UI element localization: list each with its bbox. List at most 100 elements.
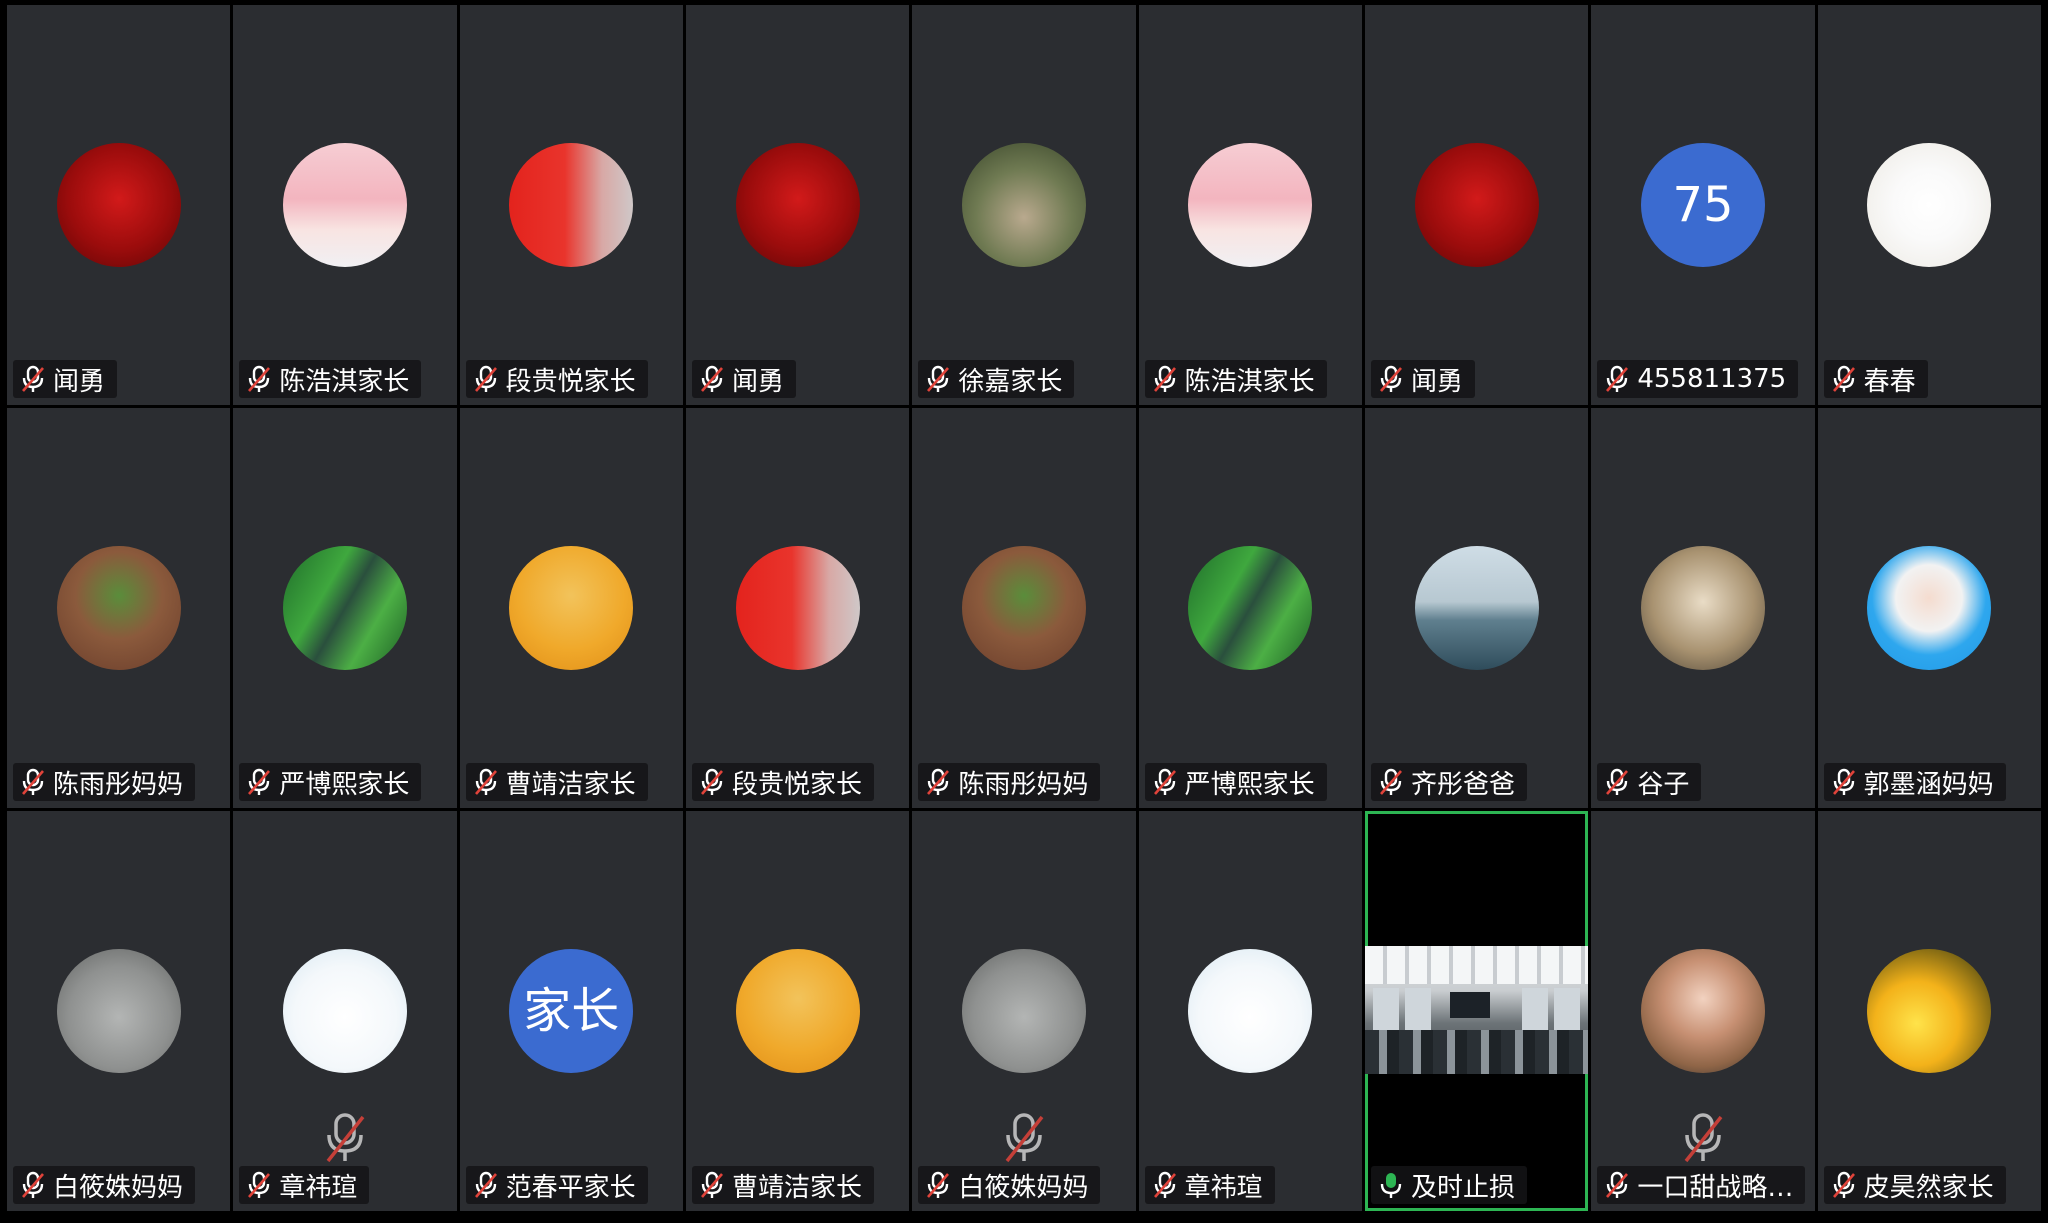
- participant-tile[interactable]: 陈浩淇家长: [233, 5, 457, 405]
- participant-name: 齐彤爸爸: [1410, 769, 1515, 800]
- participant-tile[interactable]: 陈浩淇家长: [1138, 5, 1362, 405]
- mic-muted-icon: [1606, 1171, 1629, 1198]
- participant-name: 陈浩淇家长: [1184, 366, 1315, 397]
- participant-tile[interactable]: 白筱姝妈妈: [912, 811, 1136, 1211]
- mic-active-icon: [1380, 1173, 1402, 1198]
- participant-label: 闻勇: [1370, 360, 1475, 398]
- participant-name: 皮昊然家长: [1863, 1172, 1994, 1203]
- video-feed: [1364, 946, 1589, 1074]
- participant-tile[interactable]: 段贵悦家长: [459, 5, 683, 405]
- mic-muted-icon: [474, 768, 497, 795]
- participant-tile[interactable]: 曹靖洁家长: [459, 408, 683, 808]
- participant-grid: 闻勇 陈浩淇家长 段贵悦家长 闻勇 徐嘉家长 陈浩淇家长 闻勇 75 455811…: [7, 5, 2041, 1211]
- mic-muted-overlay-icon: [326, 1113, 365, 1163]
- participant-name: 陈浩淇家长: [279, 366, 410, 397]
- participant-name: 春春: [1863, 366, 1916, 397]
- avatar: [961, 143, 1086, 267]
- mic-muted-icon: [474, 365, 497, 392]
- avatar: [1188, 546, 1313, 670]
- participant-label: 白筱姝妈妈: [13, 1166, 196, 1204]
- participant-name: 严博熙家长: [1184, 769, 1315, 800]
- participant-label: 陈雨彤妈妈: [918, 763, 1101, 801]
- participant-tile[interactable]: 齐彤爸爸: [1364, 408, 1589, 808]
- participant-name: 白筱姝妈妈: [958, 1172, 1089, 1203]
- mic-muted-icon: [248, 1171, 271, 1198]
- participant-label: 郭墨涵妈妈: [1823, 763, 2006, 801]
- avatar: [735, 546, 860, 670]
- participant-tile[interactable]: 闻勇: [7, 5, 231, 405]
- mic-muted-icon: [701, 1171, 723, 1198]
- participant-tile[interactable]: 陈雨彤妈妈: [7, 408, 231, 808]
- mic-muted-icon: [1380, 365, 1402, 392]
- mic-muted-icon: [1606, 768, 1629, 795]
- avatar: [1414, 546, 1539, 670]
- participant-name: 章祎瑄: [279, 1172, 358, 1203]
- participant-name: 白筱姝妈妈: [53, 1172, 184, 1203]
- avatar: 家长: [509, 949, 634, 1073]
- participant-tile[interactable]: 及时止损: [1364, 811, 1589, 1211]
- participant-label: 段贵悦家长: [465, 360, 648, 398]
- participant-tile[interactable]: 章祎瑄: [233, 811, 457, 1211]
- participant-tile[interactable]: 章祎瑄: [1138, 811, 1362, 1211]
- participant-name: 闻勇: [731, 366, 784, 397]
- participant-label: 谷子: [1597, 763, 1702, 801]
- participant-tile[interactable]: 一口甜战略…: [1591, 811, 1815, 1211]
- participant-name: 一口甜战略…: [1637, 1172, 1794, 1203]
- participant-tile[interactable]: 郭墨涵妈妈: [1817, 408, 2041, 808]
- participant-tile[interactable]: 皮昊然家长: [1817, 811, 2041, 1211]
- participant-label: 严博熙家长: [239, 763, 422, 801]
- mic-muted-icon: [1153, 1171, 1176, 1198]
- mic-muted-overlay-icon: [1684, 1113, 1723, 1163]
- participant-name: 段贵悦家长: [731, 769, 862, 800]
- mic-muted-icon: [1153, 768, 1176, 795]
- participant-label: 春春: [1823, 360, 1928, 398]
- participant-label: 曹靖洁家长: [465, 763, 648, 801]
- participant-tile[interactable]: 徐嘉家长: [912, 5, 1136, 405]
- participant-tile[interactable]: 严博熙家长: [233, 408, 457, 808]
- mic-muted-icon: [1153, 365, 1176, 392]
- participant-tile[interactable]: 75 455811375: [1591, 5, 1815, 405]
- participant-tile[interactable]: 严博熙家长: [1138, 408, 1362, 808]
- mic-muted-icon: [1832, 768, 1855, 795]
- participant-label: 严博熙家长: [1144, 763, 1327, 801]
- avatar: [56, 143, 181, 267]
- avatar-text: 家长: [523, 983, 620, 1039]
- participant-tile[interactable]: 家长 范春平家长: [459, 811, 683, 1211]
- mic-muted-icon: [927, 365, 950, 392]
- avatar: [1188, 949, 1313, 1073]
- mic-muted-icon: [701, 365, 723, 392]
- participant-label: 陈浩淇家长: [239, 360, 422, 398]
- mic-muted-icon: [248, 768, 271, 795]
- participant-label: 白筱姝妈妈: [918, 1166, 1101, 1204]
- participant-label: 455811375: [1597, 360, 1799, 398]
- avatar: [1640, 949, 1765, 1073]
- participant-label: 陈雨彤妈妈: [13, 763, 196, 801]
- avatar: [1188, 143, 1313, 267]
- mic-muted-icon: [701, 768, 723, 795]
- participant-tile[interactable]: 春春: [1817, 5, 2041, 405]
- participant-name: 严博熙家长: [279, 769, 410, 800]
- participant-tile[interactable]: 闻勇: [1364, 5, 1589, 405]
- participant-tile[interactable]: 陈雨彤妈妈: [912, 408, 1136, 808]
- avatar: [735, 949, 860, 1073]
- mic-muted-icon: [1380, 768, 1402, 795]
- avatar: [961, 546, 1086, 670]
- participant-tile[interactable]: 曹靖洁家长: [685, 811, 910, 1211]
- participant-tile[interactable]: 闻勇: [685, 5, 910, 405]
- participant-label: 徐嘉家长: [918, 360, 1075, 398]
- avatar: [56, 949, 181, 1073]
- participant-name: 陈雨彤妈妈: [958, 769, 1089, 800]
- mic-muted-icon: [248, 365, 271, 392]
- participant-tile[interactable]: 谷子: [1591, 408, 1815, 808]
- participant-tile[interactable]: 白筱姝妈妈: [7, 811, 231, 1211]
- avatar: [509, 546, 634, 670]
- mic-muted-icon: [927, 768, 950, 795]
- participant-name: 徐嘉家长: [958, 366, 1063, 397]
- avatar-text: 75: [1672, 177, 1734, 233]
- participant-name: 曹靖洁家长: [505, 769, 636, 800]
- participant-name: 陈雨彤妈妈: [53, 769, 184, 800]
- participant-label: 段贵悦家长: [691, 763, 874, 801]
- participant-tile[interactable]: 段贵悦家长: [685, 408, 910, 808]
- participant-name: 章祎瑄: [1184, 1172, 1263, 1203]
- avatar: [961, 949, 1086, 1073]
